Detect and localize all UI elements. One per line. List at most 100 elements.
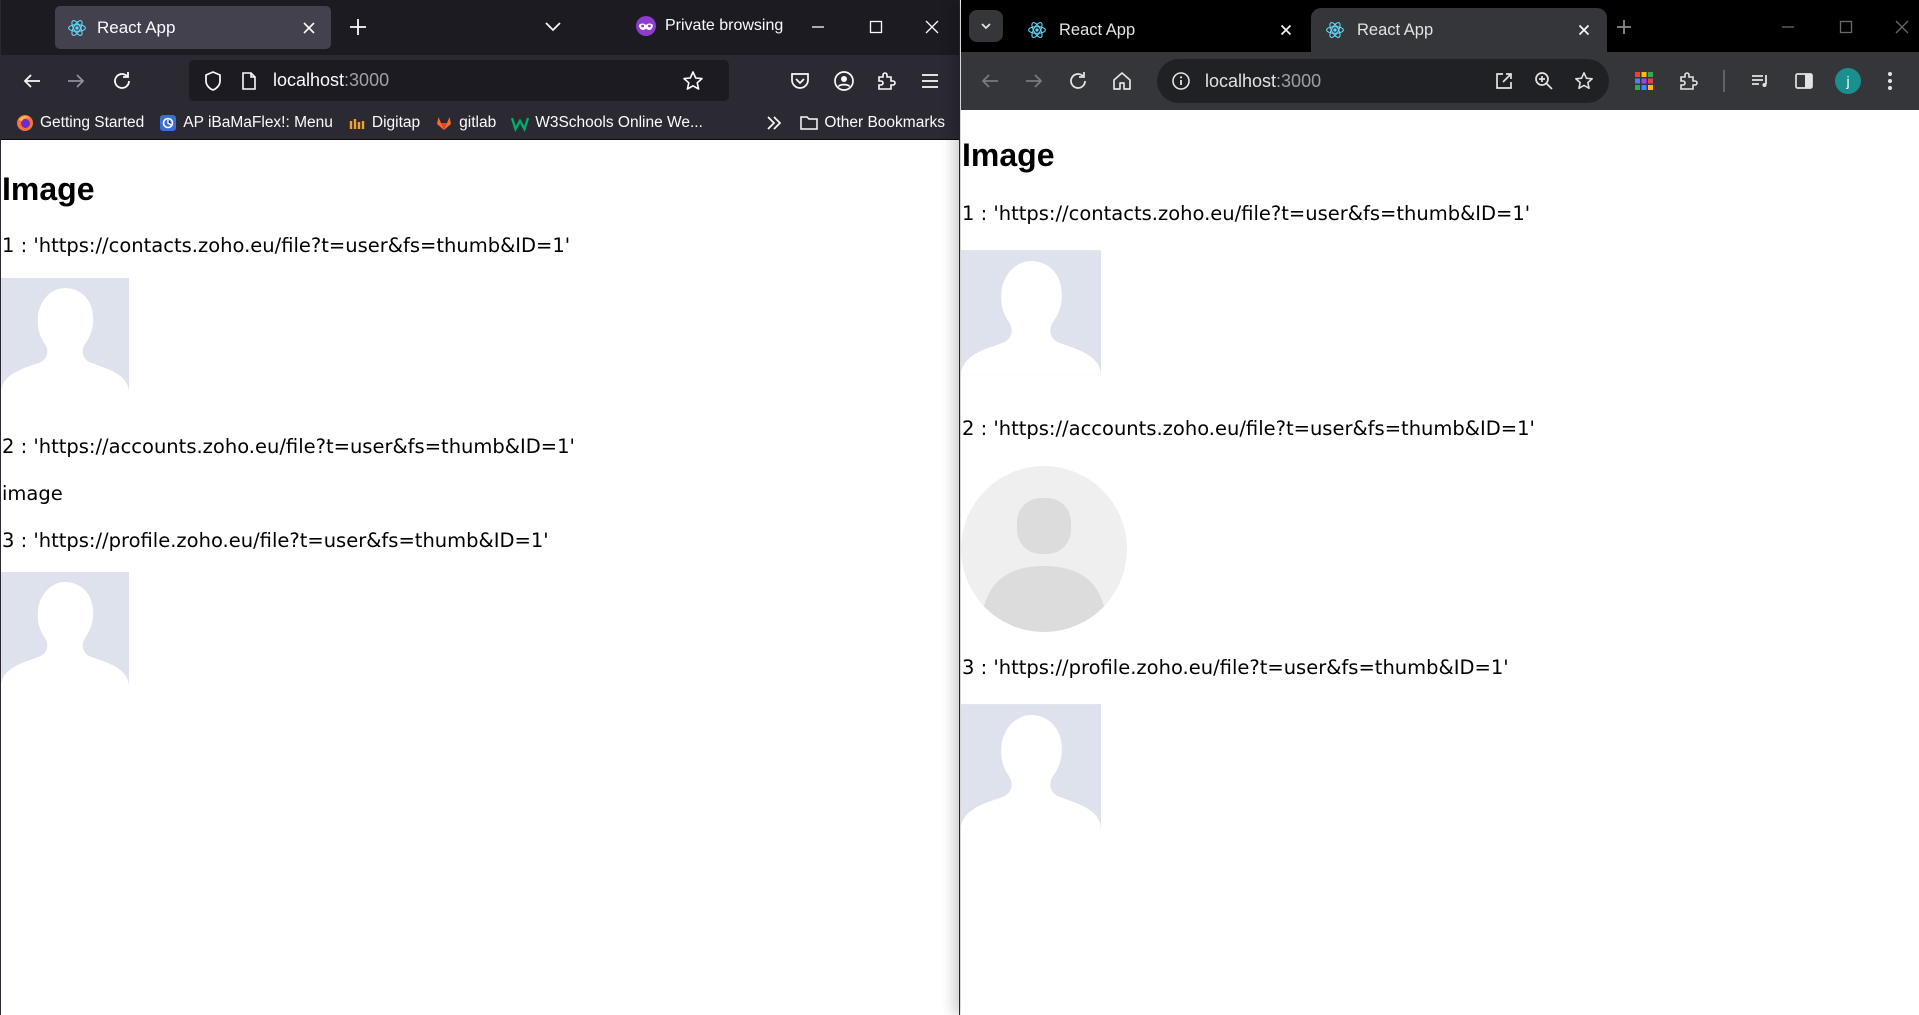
- firefox-window: React App Private browsing localhost:300…: [0, 0, 960, 1015]
- close-icon[interactable]: [1277, 21, 1295, 39]
- ff-url-text[interactable]: localhost:3000: [273, 70, 681, 91]
- ff-page-content: Image 1 : 'https://contacts.zoho.eu/file…: [1, 141, 959, 1015]
- react-icon: [1325, 20, 1345, 40]
- private-mask-icon: [635, 15, 657, 37]
- chrome-tab-title: React App: [1357, 20, 1434, 39]
- ff-url-bar[interactable]: localhost:3000: [189, 60, 729, 101]
- chrome-tab-react-app-1[interactable]: React App: [1013, 8, 1309, 52]
- info-icon[interactable]: [1169, 69, 1193, 93]
- bookmark-gitlab[interactable]: gitlab: [434, 113, 496, 133]
- image-url-line-2: 2 : 'https://accounts.zoho.eu/file?t=use…: [2, 435, 575, 458]
- broken-image-alt-text: image: [2, 482, 63, 505]
- bookmark-label: gitlab: [459, 114, 497, 131]
- shield-icon[interactable]: [201, 69, 225, 93]
- star-icon[interactable]: [1571, 68, 1597, 94]
- bookmark-label: AP iBaMaFlex!: Menu: [183, 114, 333, 131]
- window-close-icon[interactable]: [919, 14, 945, 40]
- url-port: :3000: [1276, 70, 1322, 91]
- bookmark-digitap[interactable]: Digitap: [347, 113, 420, 133]
- chrome-tab-title: React App: [1059, 20, 1136, 39]
- bookmark-label: Other Bookmarks: [824, 114, 945, 131]
- bookmark-other-bookmarks[interactable]: Other Bookmarks: [799, 113, 945, 133]
- home-icon[interactable]: [1109, 68, 1135, 94]
- firefox-icon: [15, 113, 35, 133]
- avatar-silhouette-image: [961, 250, 1101, 376]
- back-arrow-icon[interactable]: [977, 68, 1003, 94]
- ff-bookmarks-toolbar: Getting Started AP iBaMaFlex!: Menu Digi…: [1, 107, 959, 140]
- maximize-icon[interactable]: [863, 14, 889, 40]
- double-chevron-right-icon[interactable]: [763, 112, 785, 134]
- bookmark-label: W3Schools Online We...: [535, 114, 703, 131]
- chrome-omnibox[interactable]: localhost:3000: [1157, 59, 1609, 103]
- chrome-tab-bar: React App React App: [961, 0, 1919, 52]
- folder-icon: [799, 113, 819, 133]
- apps-grid-icon[interactable]: [1631, 68, 1657, 94]
- open-in-new-icon[interactable]: [1491, 68, 1517, 94]
- page-heading: Image: [962, 137, 1055, 173]
- ff-navigation-toolbar: localhost:3000: [1, 55, 959, 107]
- chrome-url-text[interactable]: localhost:3000: [1205, 71, 1477, 92]
- extensions-icon[interactable]: [873, 68, 899, 94]
- avatar-silhouette-image: [961, 704, 1101, 830]
- bookmark-w3schools[interactable]: W3Schools Online We...: [510, 113, 703, 133]
- hamburger-menu-icon[interactable]: [917, 68, 943, 94]
- chrome-navigation-toolbar: localhost:3000 j: [961, 52, 1919, 110]
- minimize-icon[interactable]: [1775, 14, 1801, 40]
- reload-icon[interactable]: [109, 68, 135, 94]
- gitlab-icon: [434, 113, 454, 133]
- star-icon[interactable]: [681, 69, 705, 93]
- plus-icon[interactable]: [345, 14, 371, 40]
- bookmark-ap-ibamaflex[interactable]: AP iBaMaFlex!: Menu: [158, 113, 333, 133]
- react-icon: [67, 18, 87, 38]
- private-browsing-label: Private browsing: [665, 17, 784, 34]
- bookmark-label: Digitap: [371, 114, 421, 131]
- react-icon: [1027, 20, 1047, 40]
- media-queue-icon[interactable]: [1747, 68, 1773, 94]
- bookmarks-right-group: Other Bookmarks: [763, 112, 945, 134]
- ff-tab-title: React App: [97, 17, 176, 37]
- window-close-icon[interactable]: [1889, 14, 1915, 40]
- ff-tab-bar: React App Private browsing: [1, 0, 959, 55]
- minimize-icon[interactable]: [805, 14, 831, 40]
- private-browsing-indicator: Private browsing: [635, 15, 783, 37]
- image-url-line-3: 3 : 'https://profile.zoho.eu/file?t=user…: [2, 529, 549, 552]
- image-url-line-1: 1 : 'https://contacts.zoho.eu/file?t=use…: [962, 202, 1531, 225]
- kebab-menu-icon[interactable]: [1877, 68, 1903, 94]
- ff-tab-react-app[interactable]: React App: [55, 6, 331, 49]
- url-port: :3000: [344, 70, 390, 90]
- maximize-icon[interactable]: [1833, 14, 1859, 40]
- round-default-avatar-image: [961, 466, 1127, 632]
- close-icon[interactable]: [1575, 21, 1593, 39]
- reload-icon[interactable]: [1065, 68, 1091, 94]
- forward-arrow-icon[interactable]: [1021, 68, 1047, 94]
- toolbar-divider: [1723, 70, 1725, 92]
- chrome-window: React App React App localhost:3000 j Ima…: [961, 0, 1919, 1015]
- digitap-icon: [347, 113, 367, 133]
- bookmark-getting-started[interactable]: Getting Started: [15, 113, 144, 133]
- w3schools-icon: [510, 113, 530, 133]
- bookmark-label: Getting Started: [40, 114, 145, 131]
- close-icon[interactable]: [299, 18, 319, 38]
- avatar-silhouette-image: [1, 278, 129, 393]
- chevron-down-icon[interactable]: [541, 14, 565, 38]
- zoom-icon[interactable]: [1531, 68, 1557, 94]
- page-icon[interactable]: [237, 69, 261, 93]
- side-panel-icon[interactable]: [1791, 68, 1817, 94]
- avatar-silhouette-image: [1, 572, 129, 687]
- image-url-line-2: 2 : 'https://accounts.zoho.eu/file?t=use…: [962, 417, 1535, 440]
- chrome-tab-react-app-2[interactable]: React App: [1311, 8, 1607, 52]
- plus-icon[interactable]: [1613, 16, 1635, 38]
- url-host: localhost: [273, 70, 345, 90]
- pocket-icon[interactable]: [787, 68, 813, 94]
- profile-avatar[interactable]: j: [1835, 68, 1861, 94]
- page-heading: Image: [2, 171, 95, 207]
- chevron-down-icon[interactable]: [969, 10, 1003, 42]
- back-arrow-icon[interactable]: [19, 68, 45, 94]
- extensions-icon[interactable]: [1675, 68, 1701, 94]
- chrome-page-content: Image 1 : 'https://contacts.zoho.eu/file…: [961, 110, 1919, 1015]
- forward-arrow-icon[interactable]: [63, 68, 89, 94]
- ap-icon: [158, 113, 178, 133]
- url-host: localhost: [1205, 70, 1277, 91]
- account-icon[interactable]: [831, 68, 857, 94]
- image-url-line-3: 3 : 'https://profile.zoho.eu/file?t=user…: [962, 656, 1509, 679]
